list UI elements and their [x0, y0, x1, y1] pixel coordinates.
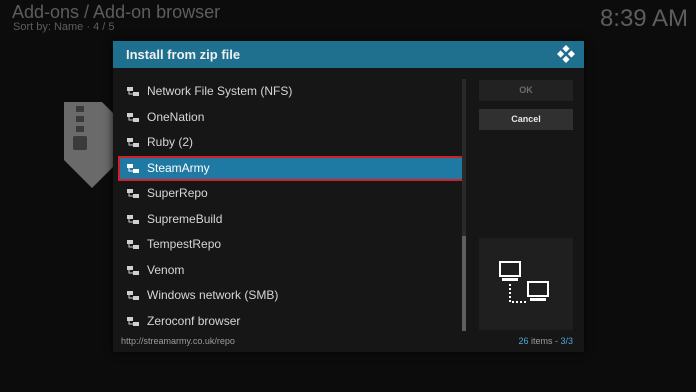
list-item-selected[interactable]: SteamArmy: [118, 155, 464, 181]
item-count-number: 26: [518, 336, 529, 346]
list-item-label: SupremeBuild: [147, 211, 223, 226]
preview-panel: [479, 238, 573, 330]
list-item-label: TempestRepo: [147, 237, 222, 251]
ok-button[interactable]: OK: [479, 80, 573, 101]
sort-info: Sort by: Name · 4 / 5: [13, 21, 115, 33]
network-share-icon: [127, 87, 139, 96]
list-item[interactable]: SupremeBuild: [118, 207, 464, 233]
network-share-icon: [127, 265, 139, 275]
list-item[interactable]: Venom: [118, 258, 464, 284]
list-item[interactable]: OneNation: [118, 105, 464, 131]
network-share-icon: [127, 163, 139, 173]
network-share-icon: [127, 189, 139, 198]
list-item-label: Venom: [147, 262, 185, 277]
item-count: 26 items - 3/3: [518, 336, 573, 346]
network-share-icon: [127, 112, 139, 122]
cancel-button[interactable]: Cancel: [479, 109, 573, 130]
list-item[interactable]: SuperRepo: [118, 181, 464, 207]
list-item-label: SuperRepo: [147, 186, 208, 200]
list-item-label: Zeroconf browser: [147, 313, 241, 328]
list-item-label: Windows network (SMB): [147, 288, 279, 302]
list-item-label: Network File System (NFS): [147, 84, 293, 98]
list-item-label: OneNation: [147, 109, 205, 124]
network-share-icon: [127, 240, 139, 249]
network-share-icon: [127, 316, 139, 326]
install-from-zip-dialog: Install from zip file Network File Syste…: [113, 41, 584, 352]
page-indicator: 3/3: [560, 336, 573, 346]
network-share-icon: [127, 291, 139, 300]
dialog-title: Install from zip file: [126, 47, 241, 62]
list-item-label: SteamArmy: [147, 160, 210, 175]
scrollbar-thumb[interactable]: [462, 236, 466, 331]
list-item-label: Ruby (2): [147, 135, 194, 149]
item-count-text: items -: [528, 336, 561, 346]
list-item[interactable]: Windows network (SMB): [118, 283, 464, 309]
current-path: http://streamarmy.co.uk/repo: [121, 336, 235, 346]
network-share-icon: [127, 214, 139, 224]
kodi-logo-icon: [557, 45, 575, 63]
network-computers-icon: [499, 261, 549, 303]
clock: 8:39 AM: [599, 5, 688, 32]
dialog-header: Install from zip file: [113, 41, 584, 68]
page-title: Add-ons / Add-on browser: [12, 2, 221, 22]
list-item[interactable]: TempestRepo: [118, 232, 464, 258]
list-item[interactable]: Zeroconf browser: [118, 309, 464, 335]
source-list: Network File System (NFS) OneNation Ruby…: [118, 79, 464, 331]
list-item[interactable]: Ruby (2): [118, 130, 464, 156]
network-share-icon: [127, 138, 139, 147]
list-item[interactable]: Network File System (NFS): [118, 79, 464, 105]
list-scrollbar[interactable]: [462, 79, 466, 331]
